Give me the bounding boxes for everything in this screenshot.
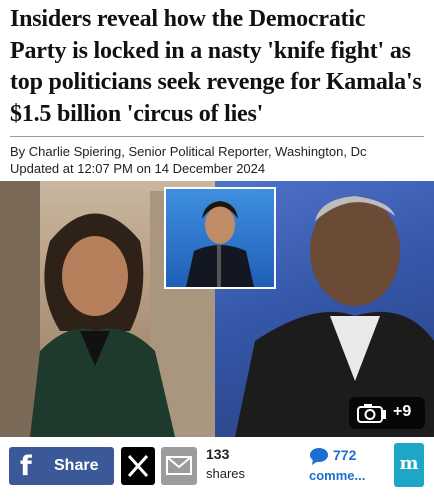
email-share-button[interactable] — [161, 447, 197, 485]
facebook-share-label: Share — [54, 457, 99, 474]
speaker-figure-illustration — [186, 201, 254, 287]
shares-label: shares — [206, 466, 246, 481]
article-byline: By Charlie Spiering, Senior Political Re… — [10, 144, 367, 159]
shares-count: 133 — [206, 446, 230, 462]
x-share-button[interactable] — [121, 447, 155, 485]
article-updated-time: Updated at 12:07 PM on 14 December 2024 — [10, 161, 266, 176]
comment-bubble-icon[interactable] — [309, 447, 329, 465]
headline-divider — [10, 136, 424, 137]
comments-count[interactable]: 772 — [333, 447, 356, 463]
gallery-count-button[interactable]: +9 — [349, 397, 425, 429]
gallery-count-text: +9 — [393, 403, 412, 420]
site-logo-icon: m — [399, 453, 419, 474]
site-logo-button[interactable]: m — [394, 443, 424, 487]
article-headline: Insiders reveal how the Democratic Party… — [10, 6, 422, 127]
facebook-icon: f — [20, 451, 32, 482]
envelope-icon — [166, 456, 192, 475]
comments-label[interactable]: comme... — [309, 468, 365, 483]
facebook-share-button[interactable]: f Share — [9, 447, 114, 485]
camera-icon — [357, 404, 386, 423]
hero-inset-photo — [164, 187, 276, 289]
x-logo-icon — [127, 454, 149, 478]
share-bar: f Share 133 shares 772 comme... m — [0, 440, 434, 500]
article-hero-image[interactable]: +9 — [0, 181, 434, 437]
